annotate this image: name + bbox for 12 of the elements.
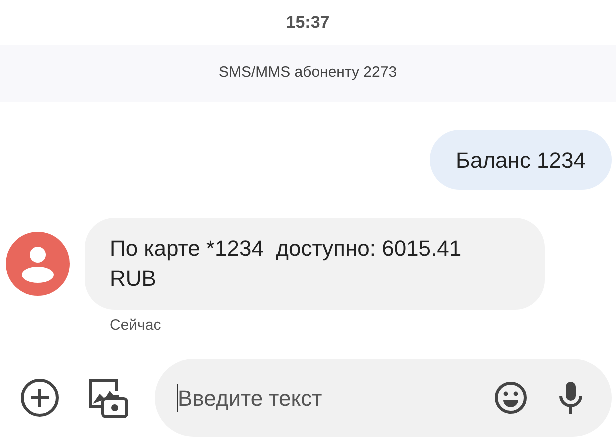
recipient-label: SMS/MMS абоненту 2273 [218,63,398,84]
add-icon[interactable] [20,378,60,418]
emoji-icon[interactable] [494,381,528,415]
microphone-icon[interactable] [558,381,584,415]
avatar-icon [6,232,70,296]
sent-message-bubble: Баланс 1234 [430,130,612,190]
gallery-camera-icon[interactable] [87,377,129,419]
received-message-bubble: По карте *1234 доступно: 6015.41 RUB [85,218,545,310]
status-time: 15:37 [286,12,330,34]
message-composer[interactable]: Введите текст [155,359,612,437]
message-timestamp: Сейчас [110,317,162,334]
message-input-field[interactable]: Введите текст [178,382,494,414]
